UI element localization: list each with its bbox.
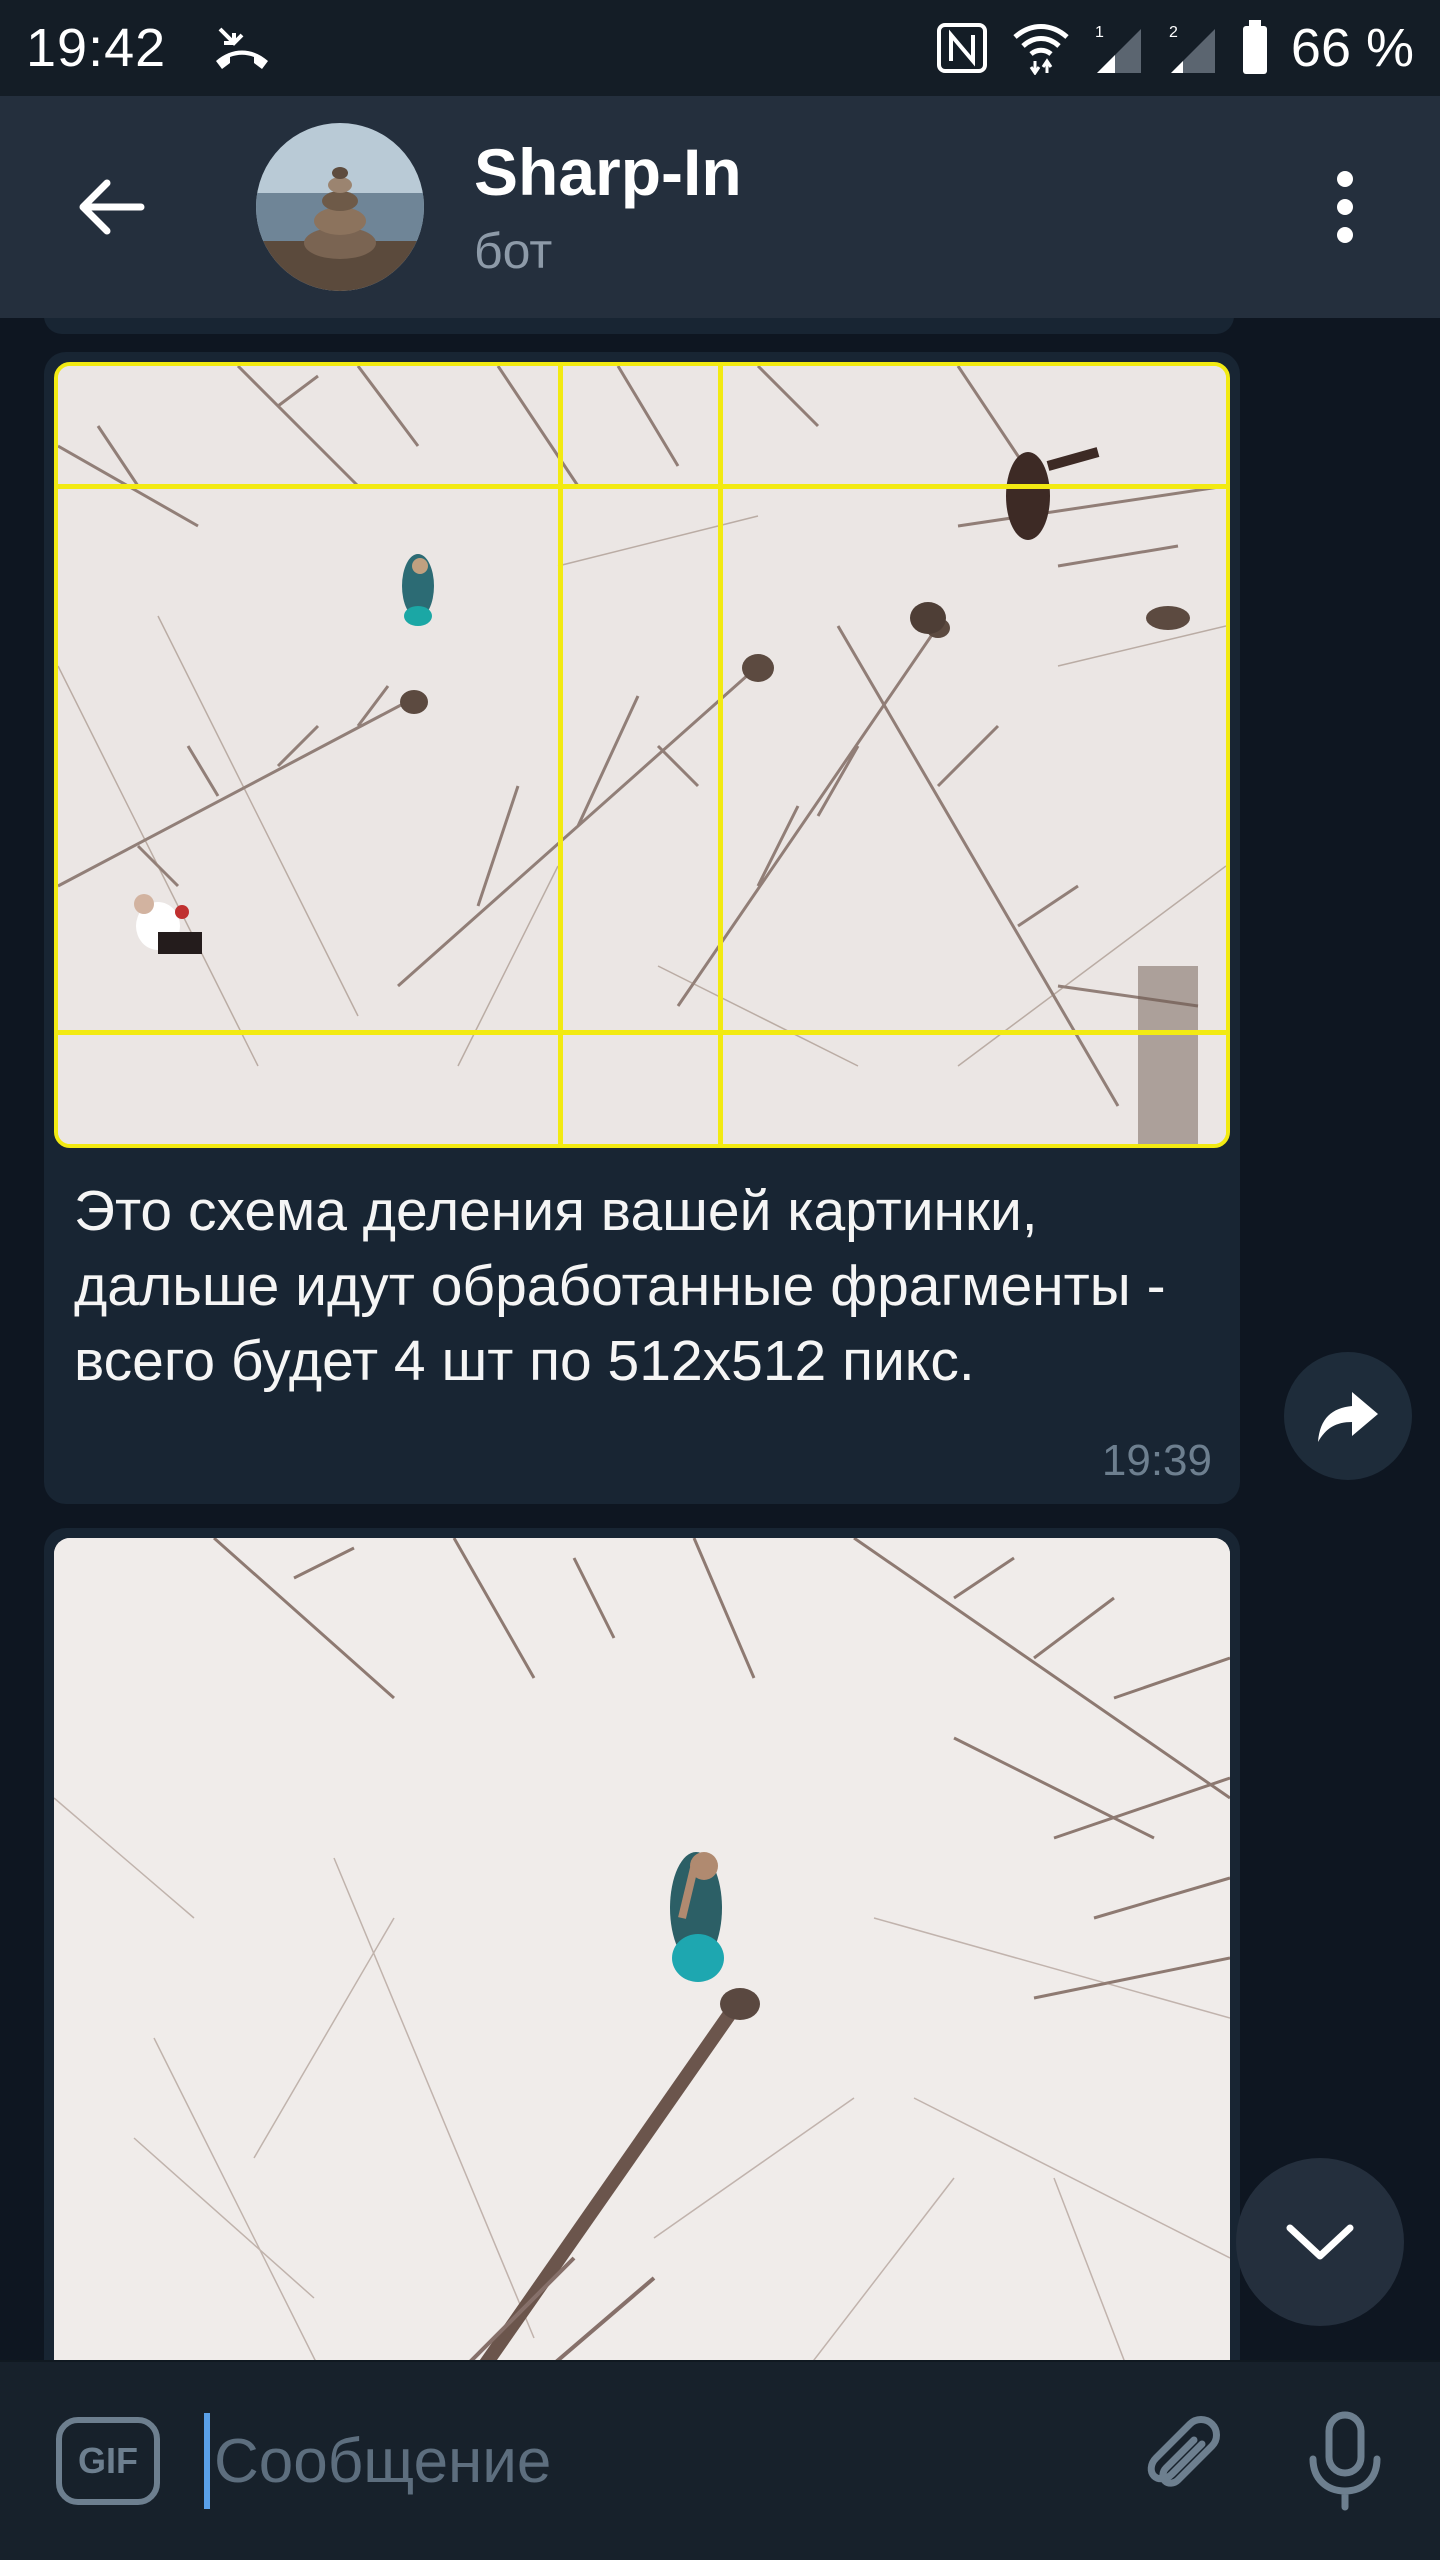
signal-sim1-icon: 1 [1095,24,1141,73]
message-bubble[interactable] [44,1528,1240,2360]
chat-subtitle: бот [474,223,553,279]
chat-info[interactable]: Sharp-In бот [474,134,742,280]
wifi-icon [1013,24,1069,75]
grid-line [718,366,723,1144]
message-photo-grid[interactable] [54,362,1230,1148]
chat-title: Sharp-In [474,135,742,209]
more-vertical-icon [1337,171,1353,187]
microphone-button[interactable] [1290,2406,1400,2516]
scroll-down-button[interactable] [1236,2158,1404,2326]
snow-trees-photo [58,366,1226,1144]
grid-line [58,484,1226,489]
fragment-photo [54,1538,1230,2360]
signal-sim2-icon: 2 [1169,24,1215,73]
message-list[interactable]: Это схема деления вашей картинки, дальше… [0,318,1440,2360]
missed-call-icon [216,27,269,69]
message-time: 19:39 [1101,1436,1212,1485]
text-cursor [204,2413,210,2509]
previous-message-bubble [44,318,1234,334]
message-photo[interactable] [54,1538,1230,2360]
grid-line [58,1030,1226,1035]
message-composer: GIF Сообщение [0,2360,1440,2560]
attach-button[interactable] [1130,2406,1240,2516]
share-button[interactable] [1284,1352,1412,1480]
avatar-image [256,123,424,291]
battery-icon [1242,20,1267,74]
gif-button[interactable]: GIF [56,2417,160,2505]
person-figure [670,1852,724,1982]
svg-text:1: 1 [1095,24,1104,41]
chat-header: Sharp-In бот [0,96,1440,318]
status-bar: 19:42 1 2 66 % [0,0,1440,96]
avatar[interactable] [256,123,424,291]
more-menu-button[interactable] [1310,157,1380,257]
back-button[interactable] [60,157,160,257]
message-placeholder: Сообщение [214,2426,552,2496]
svg-text:2: 2 [1169,24,1178,41]
person-figure [402,554,434,626]
chevron-down-icon [1286,2224,1354,2260]
share-icon [1318,1392,1378,1442]
back-arrow-icon [79,179,145,235]
message-bubble[interactable]: Это схема деления вашей картинки, дальше… [44,352,1240,1504]
nfc-icon [936,23,987,73]
microphone-icon [1309,2411,1381,2511]
battery-percent: 66 % [1290,18,1414,78]
message-input[interactable]: Сообщение [204,2411,1130,2511]
status-time: 19:42 [26,18,167,78]
paperclip-icon [1147,2416,1220,2487]
grid-line [558,366,563,1144]
message-text: Это схема деления вашей картинки, дальше… [74,1179,1166,1393]
